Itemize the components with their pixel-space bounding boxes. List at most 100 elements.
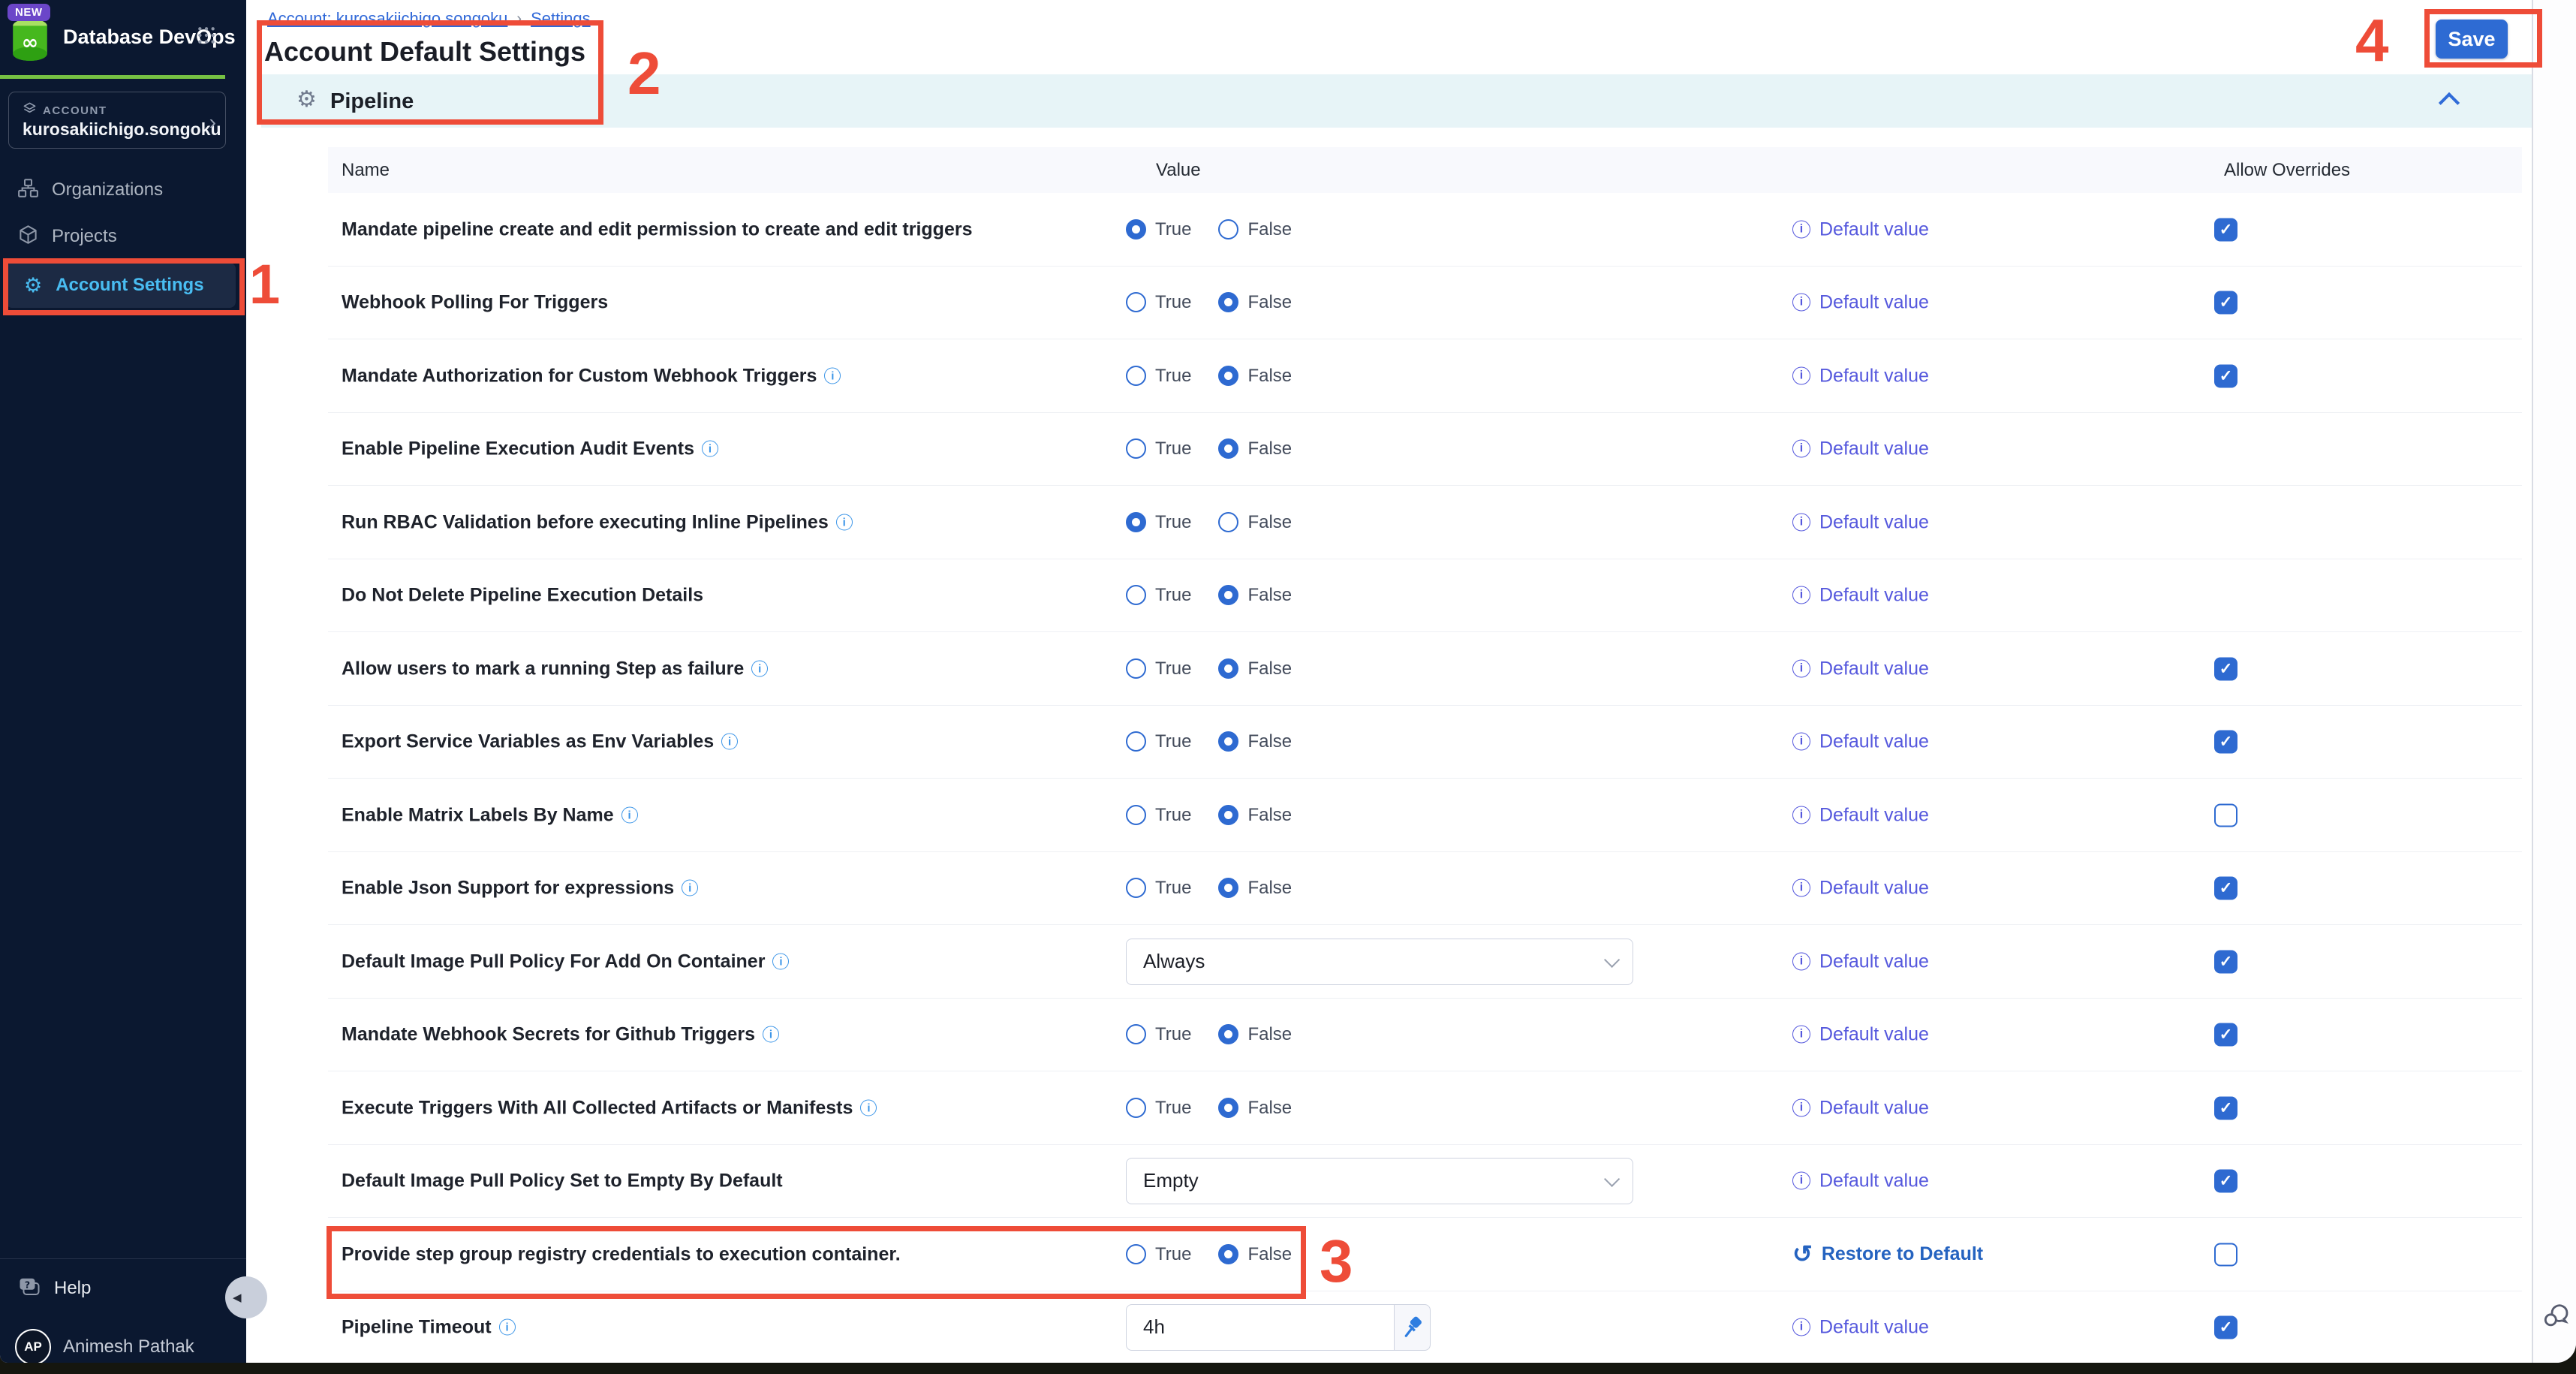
radio-true[interactable]: True [1126,878,1191,899]
radio-false[interactable]: False [1218,805,1292,826]
radio-icon[interactable] [1218,1098,1238,1118]
radio-icon[interactable] [1218,1024,1238,1044]
allow-overrides-checkbox[interactable]: ✓ [2214,1169,2237,1192]
radio-true[interactable]: True [1126,219,1191,240]
info-icon[interactable]: i [499,1319,516,1336]
account-scope-selector[interactable]: ACCOUNT kurosakiichigo.songoku › [8,92,226,149]
radio-false[interactable]: False [1218,438,1292,460]
sidebar-item-organizations[interactable]: Organizations [0,167,246,212]
info-icon[interactable]: i [721,734,738,750]
timeout-input[interactable]: 4h [1126,1304,1395,1351]
allow-overrides-checkbox[interactable]: ✓ [2214,657,2237,680]
radio-icon[interactable] [1218,585,1238,605]
default-value-link[interactable]: iDefault value [1792,438,1929,460]
allow-overrides-checkbox[interactable]: ✓ [2214,730,2237,753]
radio-icon[interactable] [1126,585,1146,605]
radio-icon[interactable] [1126,1024,1146,1044]
allow-overrides-checkbox[interactable]: ✓ [2214,291,2237,314]
info-icon[interactable]: i [836,514,853,531]
default-value-link[interactable]: iDefault value [1792,1023,1929,1045]
radio-true[interactable]: True [1126,1098,1191,1119]
radio-false[interactable]: False [1218,585,1292,606]
radio-false[interactable]: False [1218,731,1292,752]
radio-true[interactable]: True [1126,438,1191,460]
radio-false[interactable]: False [1218,1024,1292,1045]
radio-false[interactable]: False [1218,512,1292,533]
sidebar-collapse-handle[interactable]: ◀ [225,1276,267,1318]
default-value-link[interactable]: iDefault value [1792,1170,1929,1192]
radio-true[interactable]: True [1126,585,1191,606]
allow-overrides-checkbox[interactable]: ✓ [2214,364,2237,387]
allow-overrides-checkbox[interactable]: ✓ [2214,218,2237,241]
radio-false[interactable]: False [1218,1098,1292,1119]
radio-icon[interactable] [1218,805,1238,825]
radio-icon[interactable] [1126,292,1146,312]
pin-icon[interactable] [1395,1304,1431,1351]
radio-true[interactable]: True [1126,805,1191,826]
allow-overrides-checkbox[interactable] [2214,1243,2237,1266]
radio-icon[interactable] [1218,658,1238,679]
default-value-link[interactable]: iDefault value [1792,804,1929,826]
default-value-link[interactable]: iDefault value [1792,1097,1929,1119]
radio-false[interactable]: False [1218,878,1292,899]
image-pull-policy-select[interactable]: Always [1126,939,1633,985]
collapse-section-chevron-up-icon[interactable] [2439,92,2460,113]
radio-icon[interactable] [1218,438,1238,459]
info-icon[interactable]: i [682,880,698,896]
info-icon[interactable]: i [860,1100,877,1116]
radio-icon[interactable] [1218,512,1238,532]
radio-icon[interactable] [1218,292,1238,312]
radio-icon[interactable] [1126,805,1146,825]
default-value-link[interactable]: iDefault value [1792,1316,1929,1338]
restore-to-default-link[interactable]: ↺Restore to Default [1792,1243,1983,1264]
info-icon[interactable]: i [621,807,638,824]
info-icon[interactable]: i [763,1026,779,1043]
allow-overrides-checkbox[interactable]: ✓ [2214,1096,2237,1119]
radio-true[interactable]: True [1126,658,1191,679]
radio-true[interactable]: True [1126,731,1191,752]
default-value-link[interactable]: iDefault value [1792,365,1929,387]
allow-overrides-checkbox[interactable]: ✓ [2214,1023,2237,1046]
default-value-link[interactable]: iDefault value [1792,731,1929,752]
radio-icon[interactable] [1126,658,1146,679]
radio-true[interactable]: True [1126,1024,1191,1045]
info-icon[interactable]: i [751,661,768,677]
info-icon[interactable]: i [772,954,789,970]
radio-icon[interactable] [1126,438,1146,459]
image-pull-policy-empty-select[interactable]: Empty [1126,1158,1633,1204]
radio-icon[interactable] [1126,1098,1146,1118]
radio-true[interactable]: True [1126,512,1191,533]
default-value-link[interactable]: iDefault value [1792,951,1929,972]
default-value-link[interactable]: iDefault value [1792,291,1929,313]
radio-true[interactable]: True [1126,366,1191,387]
support-chat-icon[interactable] [2541,1300,2571,1334]
database-devops-logo-icon[interactable]: ∞ [11,18,50,65]
default-value-link[interactable]: iDefault value [1792,584,1929,606]
radio-icon[interactable] [1218,219,1238,240]
radio-true[interactable]: True [1126,292,1191,313]
radio-icon[interactable] [1126,731,1146,752]
radio-false[interactable]: False [1218,658,1292,679]
radio-icon[interactable] [1218,878,1238,898]
user-profile[interactable]: AP Animesh Pathak [0,1324,246,1363]
sidebar-item-projects[interactable]: Projects [0,214,246,259]
radio-icon[interactable] [1126,219,1146,240]
allow-overrides-checkbox[interactable]: ✓ [2214,876,2237,899]
radio-false[interactable]: False [1218,219,1292,240]
radio-false[interactable]: False [1218,366,1292,387]
radio-icon[interactable] [1218,731,1238,752]
help-button[interactable]: ? Help [0,1266,246,1311]
default-value-link[interactable]: iDefault value [1792,877,1929,899]
radio-icon[interactable] [1126,512,1146,532]
allow-overrides-checkbox[interactable]: ✓ [2214,950,2237,973]
allow-overrides-checkbox[interactable]: ✓ [2214,1315,2237,1339]
radio-icon[interactable] [1218,366,1238,386]
app-grid-icon[interactable] [197,26,216,49]
info-icon[interactable]: i [702,441,718,457]
default-value-link[interactable]: iDefault value [1792,658,1929,679]
radio-icon[interactable] [1126,366,1146,386]
radio-icon[interactable] [1126,878,1146,898]
default-value-link[interactable]: iDefault value [1792,511,1929,533]
allow-overrides-checkbox[interactable] [2214,803,2237,827]
info-icon[interactable]: i [824,368,841,384]
